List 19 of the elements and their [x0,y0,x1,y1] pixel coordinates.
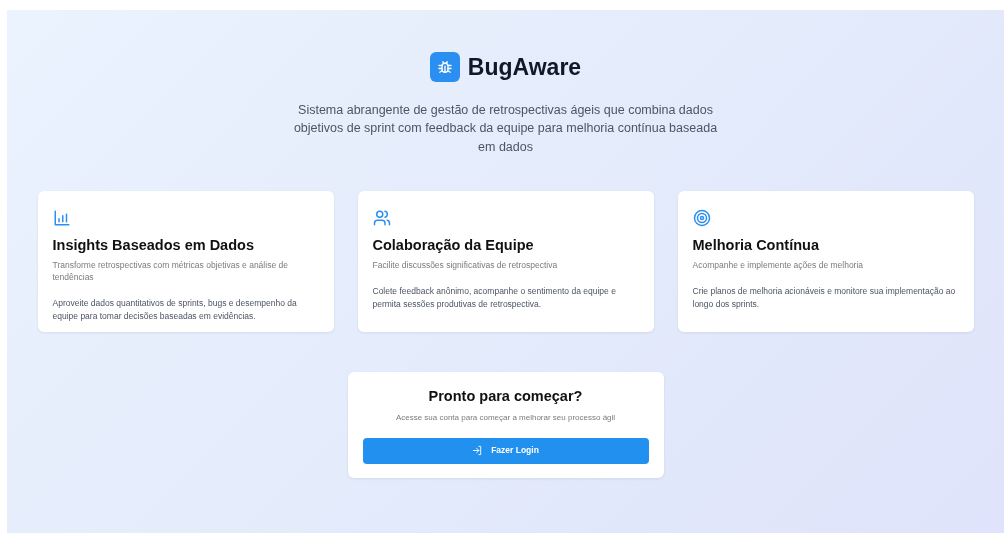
feature-title: Melhoria Contínua [692,235,820,255]
users-icon [372,208,391,227]
brand-name: BugAware [467,53,582,82]
feature-title: Colaboração da Equipe [372,235,535,255]
feature-subtitle: Transforme retrospectivas com métricas objetivas e análise de tendências [52,258,289,284]
feature-title: Insights Baseados em Dados [52,235,255,255]
bar-chart-icon [52,208,71,227]
target-icon [692,208,711,227]
login-button[interactable]: Fazer Login [362,437,649,464]
feature-description: Crie planos de melhoria acionáveis e monitore sua implementação ao longo dos sprints. [692,284,957,311]
logo-icon [429,52,460,83]
feature-description: Aproveite dados quantitativos de sprints, bugs e desempenho da equipe para tomar decisões baseadas em evidências. [52,297,298,324]
card-subtitle: Acesse sua conta para começar a melhorar seu processo ágil [394,411,617,424]
tagline: Sistema abrangente de gestão de retrospectivas ágeis que combina dados objetivos de sprint com feedback da equipe para melhoria contínua baseada em dados [292,101,719,156]
feature-description: Colete feedback anônimo, acompanhe o sentimento da equipe e permita sessões produtivas de retrospectiva. [372,284,617,311]
card-title: Pronto para começar? [427,386,584,406]
login-icon [472,445,484,456]
feature-subtitle: Facilite discussões significativas de retrospectiva [372,258,559,271]
feature-subtitle: Acompanhe e implemente ações de melhoria [692,258,865,271]
